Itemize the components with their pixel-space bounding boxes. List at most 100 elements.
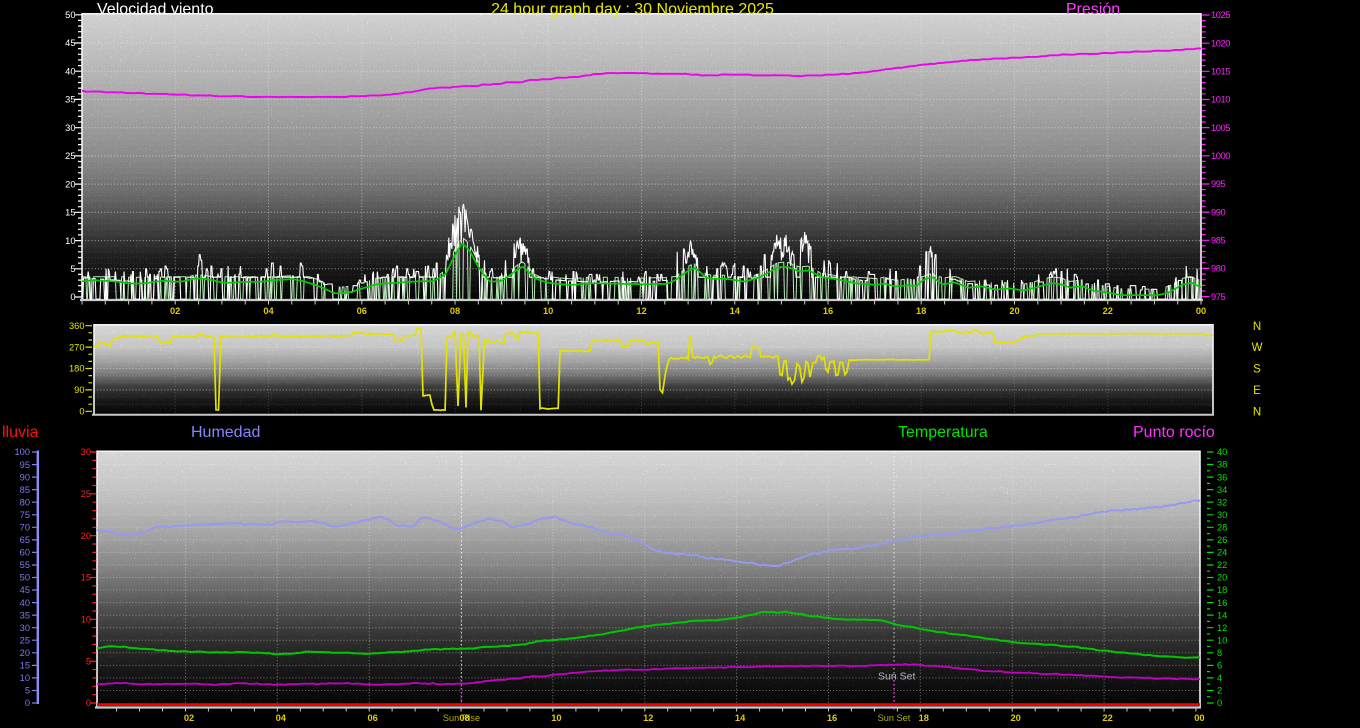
svg-text:S: S [1253,364,1261,376]
svg-text:1025: 1025 [1211,10,1230,20]
svg-text:85: 85 [20,485,30,495]
svg-text:270: 270 [69,342,85,352]
svg-text:0: 0 [70,292,75,302]
svg-text:20: 20 [1009,306,1019,316]
svg-text:6: 6 [1217,661,1222,671]
svg-text:Sun Set: Sun Set [878,671,915,683]
svg-text:40: 40 [1217,447,1227,457]
svg-text:02: 02 [170,306,180,316]
svg-text:90: 90 [20,472,30,482]
svg-text:36: 36 [1217,472,1227,482]
svg-text:18: 18 [1217,585,1227,595]
svg-text:55: 55 [20,560,30,570]
svg-text:14: 14 [1217,610,1227,620]
svg-text:25: 25 [20,636,30,646]
svg-text:N: N [1253,406,1261,418]
svg-text:20: 20 [20,648,30,658]
svg-text:180: 180 [69,364,85,374]
svg-text:0: 0 [86,698,91,708]
svg-text:08: 08 [459,713,469,723]
svg-text:lluvia: lluvia [2,424,39,441]
svg-text:32: 32 [1217,497,1227,507]
svg-text:50: 50 [20,573,30,583]
svg-text:25: 25 [81,489,91,499]
svg-text:40: 40 [20,598,30,608]
svg-text:10: 10 [1217,636,1227,646]
svg-text:2: 2 [1217,686,1222,696]
svg-text:Punto rocío: Punto rocío [1133,424,1215,441]
svg-text:985: 985 [1211,236,1226,246]
svg-text:20: 20 [1217,573,1227,583]
svg-text:12: 12 [643,713,653,723]
svg-text:12: 12 [636,306,646,316]
svg-text:02: 02 [184,713,194,723]
svg-text:Sun Set: Sun Set [878,713,911,723]
svg-text:360: 360 [69,321,85,331]
svg-text:18: 18 [916,306,926,316]
svg-text:30: 30 [81,447,91,457]
svg-text:5: 5 [70,264,75,274]
svg-text:5: 5 [25,686,30,696]
svg-text:1000: 1000 [1211,151,1230,161]
svg-text:990: 990 [1211,207,1226,217]
svg-text:24 hour graph day : 30 Noviemb: 24 hour graph day : 30 Noviembre 2025 [491,1,774,18]
svg-text:14: 14 [730,306,741,316]
svg-text:16: 16 [823,306,833,316]
svg-text:60: 60 [20,548,30,558]
svg-text:980: 980 [1211,264,1226,274]
svg-text:00: 00 [1194,713,1204,723]
svg-text:N: N [1253,321,1261,333]
svg-text:65: 65 [20,535,30,545]
svg-text:100: 100 [14,447,30,457]
svg-text:20: 20 [81,531,91,541]
svg-text:75: 75 [20,510,30,520]
svg-text:16: 16 [827,713,837,723]
svg-text:04: 04 [276,713,287,723]
svg-text:16: 16 [1217,598,1227,608]
svg-text:10: 10 [543,306,553,316]
svg-text:995: 995 [1211,179,1226,189]
svg-text:8: 8 [1217,648,1222,658]
svg-text:25: 25 [65,151,75,161]
svg-text:26: 26 [1217,535,1227,545]
svg-text:50: 50 [65,10,75,20]
svg-text:5: 5 [86,656,91,666]
svg-text:30: 30 [1217,510,1227,520]
svg-text:Humedad: Humedad [191,424,260,441]
svg-text:45: 45 [20,585,30,595]
svg-text:06: 06 [357,306,367,316]
svg-text:90: 90 [74,385,84,395]
svg-text:1010: 1010 [1211,95,1230,105]
svg-text:95: 95 [20,460,30,470]
svg-text:80: 80 [20,497,30,507]
svg-text:15: 15 [20,661,30,671]
svg-text:975: 975 [1211,292,1226,302]
svg-text:22: 22 [1102,713,1112,723]
svg-text:35: 35 [20,610,30,620]
svg-text:Velocidad viento: Velocidad viento [97,1,214,18]
svg-text:40: 40 [65,66,75,76]
svg-text:08: 08 [450,306,460,316]
svg-text:20: 20 [65,179,75,189]
svg-text:30: 30 [20,623,30,633]
svg-text:14: 14 [735,713,746,723]
svg-text:22: 22 [1217,560,1227,570]
svg-text:1020: 1020 [1211,38,1230,48]
svg-text:20: 20 [1011,713,1021,723]
svg-text:0: 0 [1217,698,1222,708]
svg-text:10: 10 [551,713,561,723]
svg-text:Temperatura: Temperatura [898,424,988,441]
svg-text:1015: 1015 [1211,67,1230,77]
svg-text:0: 0 [25,698,30,708]
svg-text:10: 10 [81,615,91,625]
svg-text:Presión: Presión [1066,1,1120,18]
svg-text:45: 45 [65,38,75,48]
svg-text:22: 22 [1103,306,1113,316]
svg-text:15: 15 [81,573,91,583]
svg-text:1005: 1005 [1211,123,1230,133]
svg-text:06: 06 [368,713,378,723]
svg-text:4: 4 [1217,673,1222,683]
svg-text:00: 00 [1196,306,1206,316]
svg-text:30: 30 [65,123,75,133]
svg-text:35: 35 [65,95,75,105]
